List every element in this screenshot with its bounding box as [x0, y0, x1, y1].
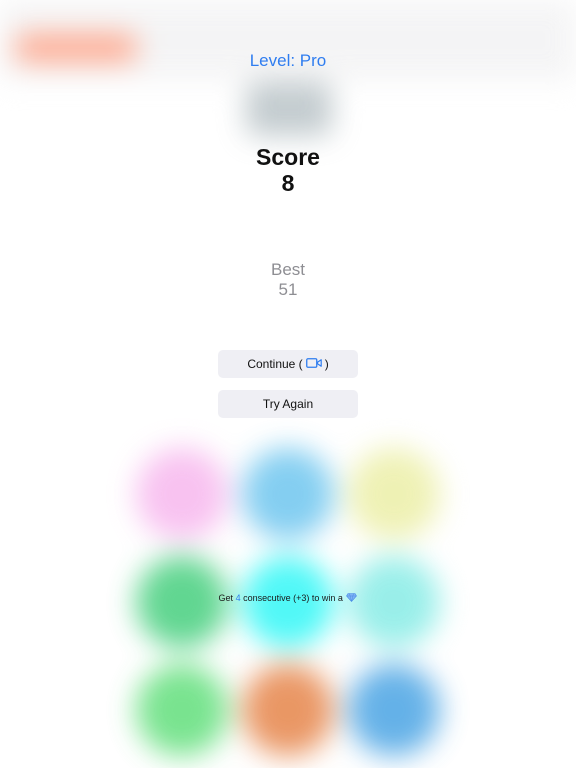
grid-circle — [348, 664, 440, 756]
hint-prefix: Get — [218, 593, 234, 603]
try-again-button[interactable]: Try Again — [218, 390, 358, 418]
level-indicator: Level: Pro — [249, 51, 327, 70]
score-label: Score — [256, 144, 320, 170]
blurred-game-background — [0, 0, 576, 768]
score-value: 8 — [281, 170, 295, 196]
hint-suffix: consecutive (+3) to win a — [243, 593, 343, 603]
hint-count: 4 — [235, 593, 241, 603]
grid-circle — [136, 664, 228, 756]
grid-circle — [348, 448, 440, 540]
video-camera-icon — [305, 357, 322, 371]
best-label: Best — [270, 260, 306, 279]
gem-icon — [346, 593, 358, 604]
continue-button-label: Continue ( — [247, 357, 303, 371]
best-value: 51 — [278, 280, 298, 299]
continue-button-suffix: ) — [324, 357, 329, 371]
continue-button[interactable]: Continue ( ) — [218, 350, 358, 378]
try-again-button-label: Try Again — [262, 397, 314, 411]
grid-circle — [136, 448, 228, 540]
grid-circle — [242, 448, 334, 540]
game-over-screen: Level: Pro Score 8 Best 51 Continue ( ) … — [0, 0, 576, 768]
streak-hint: Get 4 consecutive (+3) to win a — [0, 593, 576, 604]
background-avatar — [246, 82, 332, 136]
grid-circle — [242, 664, 334, 756]
